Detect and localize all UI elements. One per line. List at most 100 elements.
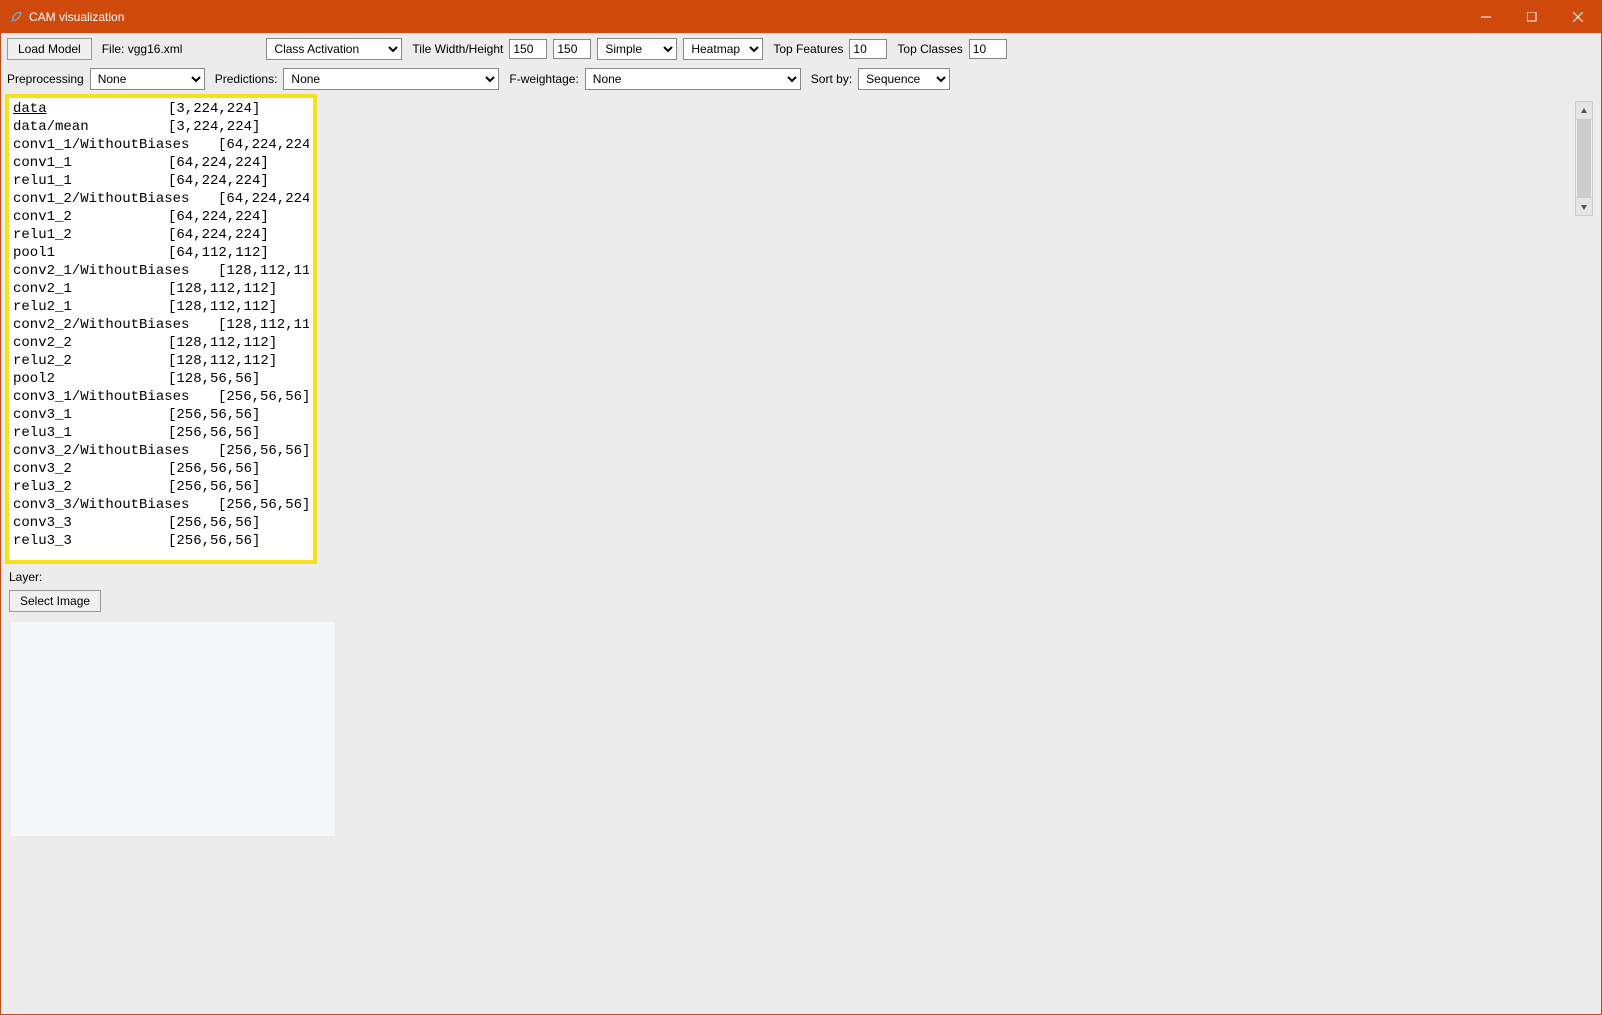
layer-row[interactable]: relu1_2[64,224,224]: [13, 226, 309, 244]
layer-row[interactable]: pool1[64,112,112]: [13, 244, 309, 262]
scroll-up-button[interactable]: [1576, 102, 1592, 120]
layer-row[interactable]: conv3_3[256,56,56]: [13, 514, 309, 532]
top-features-label: Top Features: [773, 42, 843, 56]
layer-row[interactable]: conv3_2[256,56,56]: [13, 460, 309, 478]
sort-by-label: Sort by:: [811, 72, 852, 86]
window-controls: [1463, 1, 1601, 33]
layer-row[interactable]: conv2_2/WithoutBiases[128,112,112]: [13, 316, 309, 334]
minimize-button[interactable]: [1463, 1, 1509, 33]
layer-shape: [256,56,56]: [168, 424, 309, 442]
file-label: File: vgg16.xml: [102, 42, 183, 56]
layer-shape: [64,112,112]: [168, 244, 309, 262]
layer-shape: [128,112,112]: [168, 352, 309, 370]
predictions-combo[interactable]: None: [283, 68, 499, 90]
layer-shape: [128,112,112]: [168, 298, 309, 316]
preprocessing-label: Preprocessing: [7, 72, 84, 86]
layer-name: data/mean: [13, 118, 168, 136]
layer-name: relu2_1: [13, 298, 168, 316]
layer-name: relu2_2: [13, 352, 168, 370]
scroll-down-button[interactable]: [1576, 197, 1592, 215]
layer-row[interactable]: conv3_1[256,56,56]: [13, 406, 309, 424]
layer-row[interactable]: conv1_2[64,224,224]: [13, 208, 309, 226]
sort-by-combo[interactable]: Sequence: [858, 68, 950, 90]
layer-row[interactable]: relu3_3[256,56,56]: [13, 532, 309, 550]
layer-row[interactable]: data[3,224,224]: [13, 100, 309, 118]
window-title: CAM visualization: [29, 10, 124, 24]
image-preview: [11, 622, 335, 836]
main-area: data[3,224,224]data/mean[3,224,224]conv1…: [1, 94, 1601, 1007]
layer-row[interactable]: relu2_1[128,112,112]: [13, 298, 309, 316]
layer-shape: [256,56,56]: [168, 532, 309, 550]
layer-row[interactable]: relu3_1[256,56,56]: [13, 424, 309, 442]
layer-row[interactable]: conv1_1/WithoutBiases[64,224,224]: [13, 136, 309, 154]
layer-name: pool1: [13, 244, 168, 262]
layer-shape: [3,224,224]: [168, 100, 309, 118]
layer-row[interactable]: conv3_3/WithoutBiases[256,56,56]: [13, 496, 309, 514]
layer-shape: [64,224,224]: [168, 226, 309, 244]
layer-name: relu3_2: [13, 478, 168, 496]
tile-label: Tile Width/Height: [412, 42, 503, 56]
layer-row[interactable]: conv2_1[128,112,112]: [13, 280, 309, 298]
preprocessing-combo[interactable]: None: [90, 68, 205, 90]
layer-label: Layer:: [5, 568, 341, 586]
select-image-button[interactable]: Select Image: [9, 590, 101, 612]
mode-combo[interactable]: Class Activation: [266, 38, 402, 60]
layer-row[interactable]: conv1_1[64,224,224]: [13, 154, 309, 172]
titlebar: CAM visualization: [1, 1, 1601, 33]
layer-name: relu3_3: [13, 532, 168, 550]
layer-shape: [256,56,56]: [168, 478, 309, 496]
f-weightage-combo[interactable]: None: [585, 68, 801, 90]
tile-width-input[interactable]: [509, 39, 547, 59]
layer-shape: [128,56,56]: [168, 370, 309, 388]
layer-shape: [256,56,56]: [168, 460, 309, 478]
layer-row[interactable]: conv1_2/WithoutBiases[64,224,224]: [13, 190, 309, 208]
layer-name: conv1_1: [13, 154, 168, 172]
layer-row[interactable]: relu2_2[128,112,112]: [13, 352, 309, 370]
layer-row[interactable]: conv3_1/WithoutBiases[256,56,56]: [13, 388, 309, 406]
layer-row[interactable]: conv2_1/WithoutBiases[128,112,112]: [13, 262, 309, 280]
layer-row[interactable]: pool2[128,56,56]: [13, 370, 309, 388]
layer-name: conv3_1/WithoutBiases: [13, 388, 218, 406]
view-combo[interactable]: Heatmap: [683, 38, 763, 60]
layer-name: relu1_2: [13, 226, 168, 244]
layer-list[interactable]: data[3,224,224]data/mean[3,224,224]conv1…: [5, 94, 317, 564]
layer-name: conv2_1: [13, 280, 168, 298]
feather-icon: [9, 10, 23, 24]
toolbar-row-2: Preprocessing None Predictions: None F-w…: [1, 64, 1601, 94]
layer-shape: [64,224,224]: [218, 190, 309, 208]
toolbar-row-1: Load Model File: vgg16.xml Class Activat…: [1, 33, 1601, 64]
top-features-input[interactable]: [849, 39, 887, 59]
layer-name: conv3_1: [13, 406, 168, 424]
style-combo[interactable]: Simple: [597, 38, 677, 60]
layer-shape: [64,224,224]: [168, 154, 309, 172]
layer-shape: [128,112,112]: [218, 316, 309, 334]
layer-row[interactable]: relu3_2[256,56,56]: [13, 478, 309, 496]
layer-name: conv2_2/WithoutBiases: [13, 316, 218, 334]
layer-name: conv1_2: [13, 208, 168, 226]
layer-name: data: [13, 100, 168, 118]
layer-name: conv1_1/WithoutBiases: [13, 136, 218, 154]
layer-shape: [256,56,56]: [218, 442, 309, 460]
layer-shape: [128,112,112]: [168, 280, 309, 298]
maximize-button[interactable]: [1509, 1, 1555, 33]
layer-row[interactable]: data/mean[3,224,224]: [13, 118, 309, 136]
layer-shape: [256,56,56]: [168, 406, 309, 424]
layer-shape: [256,56,56]: [218, 496, 309, 514]
layer-row[interactable]: conv3_2/WithoutBiases[256,56,56]: [13, 442, 309, 460]
layer-name: relu1_1: [13, 172, 168, 190]
scrollbar-thumb[interactable]: [1577, 120, 1591, 197]
layer-name: pool2: [13, 370, 168, 388]
layer-row[interactable]: relu1_1[64,224,224]: [13, 172, 309, 190]
layer-name: conv3_3/WithoutBiases: [13, 496, 218, 514]
layer-shape: [3,224,224]: [168, 118, 309, 136]
layer-name: conv2_1/WithoutBiases: [13, 262, 218, 280]
top-classes-label: Top Classes: [897, 42, 962, 56]
layer-shape: [64,224,224]: [168, 172, 309, 190]
layer-row[interactable]: conv2_2[128,112,112]: [13, 334, 309, 352]
close-button[interactable]: [1555, 1, 1601, 33]
load-model-button[interactable]: Load Model: [7, 38, 92, 60]
tile-height-input[interactable]: [553, 39, 591, 59]
layer-shape: [256,56,56]: [218, 388, 309, 406]
right-scrollbar[interactable]: [1575, 101, 1593, 216]
top-classes-input[interactable]: [969, 39, 1007, 59]
